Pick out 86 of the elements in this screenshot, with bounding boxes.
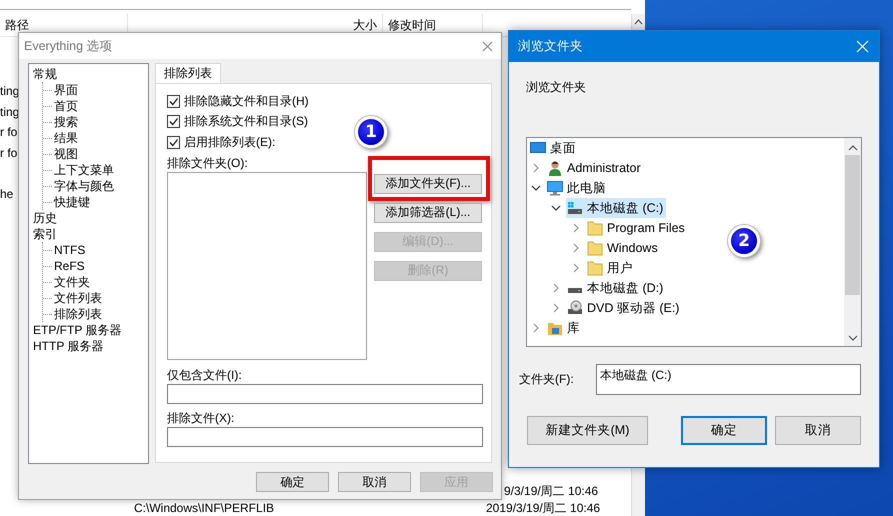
field-label: 排除文件(X): xyxy=(167,410,236,426)
chevron-down-icon[interactable] xyxy=(531,183,541,193)
chevron-right-icon[interactable] xyxy=(571,223,581,233)
dialog-button[interactable]: 取消 xyxy=(338,472,411,492)
checkbox-label[interactable]: 排除系统文件和目录(S) xyxy=(184,113,308,130)
dialog-button[interactable]: 新建文件夹(M) xyxy=(527,416,648,445)
tree-item[interactable]: Program Files xyxy=(586,218,688,238)
dialog-description: 浏览文件夹 xyxy=(525,79,586,96)
tree-item[interactable]: HTTP 服务器 xyxy=(33,338,148,354)
folder-icon xyxy=(587,260,603,276)
folder-field[interactable]: 本地磁盘 (C:) xyxy=(596,364,861,395)
tree-item[interactable]: 本地磁盘 (C:) xyxy=(566,198,666,218)
scroll-down-icon xyxy=(848,334,858,342)
chevron-right-icon[interactable] xyxy=(551,303,561,313)
tree-item[interactable]: 排除列表 xyxy=(54,306,102,322)
path-cell-text: C:\Windows\INF\PERFLIB xyxy=(134,501,276,516)
tree-item[interactable]: 桌面 xyxy=(529,138,579,158)
check-icon xyxy=(168,138,178,147)
action-button[interactable]: 添加筛选器(L)... xyxy=(374,202,482,222)
checkbox[interactable] xyxy=(167,136,180,149)
scroll-thumb[interactable] xyxy=(845,155,860,295)
field-label: 仅包含文件(I): xyxy=(167,366,243,384)
tree-item[interactable]: Windows xyxy=(586,238,661,258)
drive-icon xyxy=(567,286,583,294)
check-icon xyxy=(168,117,178,126)
desktop-icon xyxy=(530,140,546,156)
tree-item[interactable]: 结果 xyxy=(54,130,78,146)
window-title: 浏览文件夹 xyxy=(518,38,583,55)
scroll-up-icon xyxy=(848,144,858,152)
input-field[interactable] xyxy=(167,384,483,404)
checkbox-label[interactable]: 启用排除列表(E): xyxy=(184,134,276,151)
file-name: he xyxy=(0,186,14,203)
checkbox-label[interactable]: 排除隐藏文件和目录(H) xyxy=(184,92,309,110)
folder-icon xyxy=(587,220,603,236)
chevron-down-icon[interactable] xyxy=(551,203,561,213)
tree-item[interactable]: 搜索 xyxy=(54,114,78,130)
user-icon xyxy=(547,160,563,176)
date-cell-text: 2019/3/19/周二 10:46 xyxy=(486,501,602,516)
action-button[interactable]: 添加文件夹(F)... xyxy=(374,174,482,194)
tree-item[interactable]: 此电脑 xyxy=(546,178,609,198)
chevron-right-icon[interactable] xyxy=(531,163,541,173)
tree-item[interactable]: 常规 xyxy=(33,66,148,82)
tree-item[interactable]: DVD 驱动器 (E:) xyxy=(566,298,682,318)
tree-item[interactable]: Administrator xyxy=(546,158,644,178)
tree-item[interactable]: 本地磁盘 (D:) xyxy=(566,278,666,298)
field-label: 文件夹(F): xyxy=(519,371,575,388)
chevron-right-icon[interactable] xyxy=(531,323,541,333)
disc-drive-icon xyxy=(567,300,583,316)
tree-item[interactable]: NTFS xyxy=(54,242,86,258)
check-icon xyxy=(168,96,178,106)
folder-icon xyxy=(587,240,603,256)
date-cell-text: 9/3/19/周二 10:46 xyxy=(504,483,600,500)
tab[interactable]: 排除列表 xyxy=(155,63,221,83)
tree-item[interactable]: 库 xyxy=(546,318,583,338)
tree-item[interactable]: ETP/FTP 服务器 xyxy=(33,322,148,338)
tree-item[interactable]: ReFS xyxy=(54,258,85,274)
chevron-right-icon[interactable] xyxy=(571,243,581,253)
drive-icon xyxy=(567,200,583,216)
dialog-button[interactable]: 确定 xyxy=(256,472,329,492)
file-name: r fo xyxy=(0,144,18,162)
input-field[interactable] xyxy=(167,426,483,446)
tree-item[interactable]: 文件夹 xyxy=(54,274,90,290)
tree-item[interactable]: 字体与颜色 xyxy=(54,178,114,194)
file-name: r fo xyxy=(0,124,18,141)
window-title: Everything 选项 xyxy=(24,38,113,54)
dialog-button[interactable]: 取消 xyxy=(775,416,861,445)
checkbox[interactable] xyxy=(167,94,180,108)
tree-item[interactable]: 界面 xyxy=(54,82,78,98)
monitor-icon xyxy=(547,180,563,196)
tree-item[interactable]: 文件列表 xyxy=(54,290,102,306)
close-icon[interactable] xyxy=(482,40,493,52)
tree-item[interactable]: 用户 xyxy=(586,258,636,278)
tree-item[interactable]: 上下文菜单 xyxy=(54,162,114,178)
scroll-bar[interactable] xyxy=(844,138,861,346)
scroll-up-icon xyxy=(634,18,643,26)
library-icon xyxy=(547,320,563,336)
checkbox[interactable] xyxy=(167,115,180,128)
tree-item[interactable]: 视图 xyxy=(54,146,78,162)
chevron-right-icon[interactable] xyxy=(571,263,581,273)
chevron-right-icon[interactable] xyxy=(551,283,561,293)
field-label: 排除文件夹(O): xyxy=(167,154,249,172)
dialog-button[interactable]: 确定 xyxy=(681,416,767,445)
tree-item[interactable]: 首页 xyxy=(54,98,78,114)
tree-item[interactable]: 快捷键 xyxy=(54,194,90,210)
tree-item[interactable]: 历史 xyxy=(33,210,148,226)
tree-item[interactable]: 索引 xyxy=(33,226,148,242)
